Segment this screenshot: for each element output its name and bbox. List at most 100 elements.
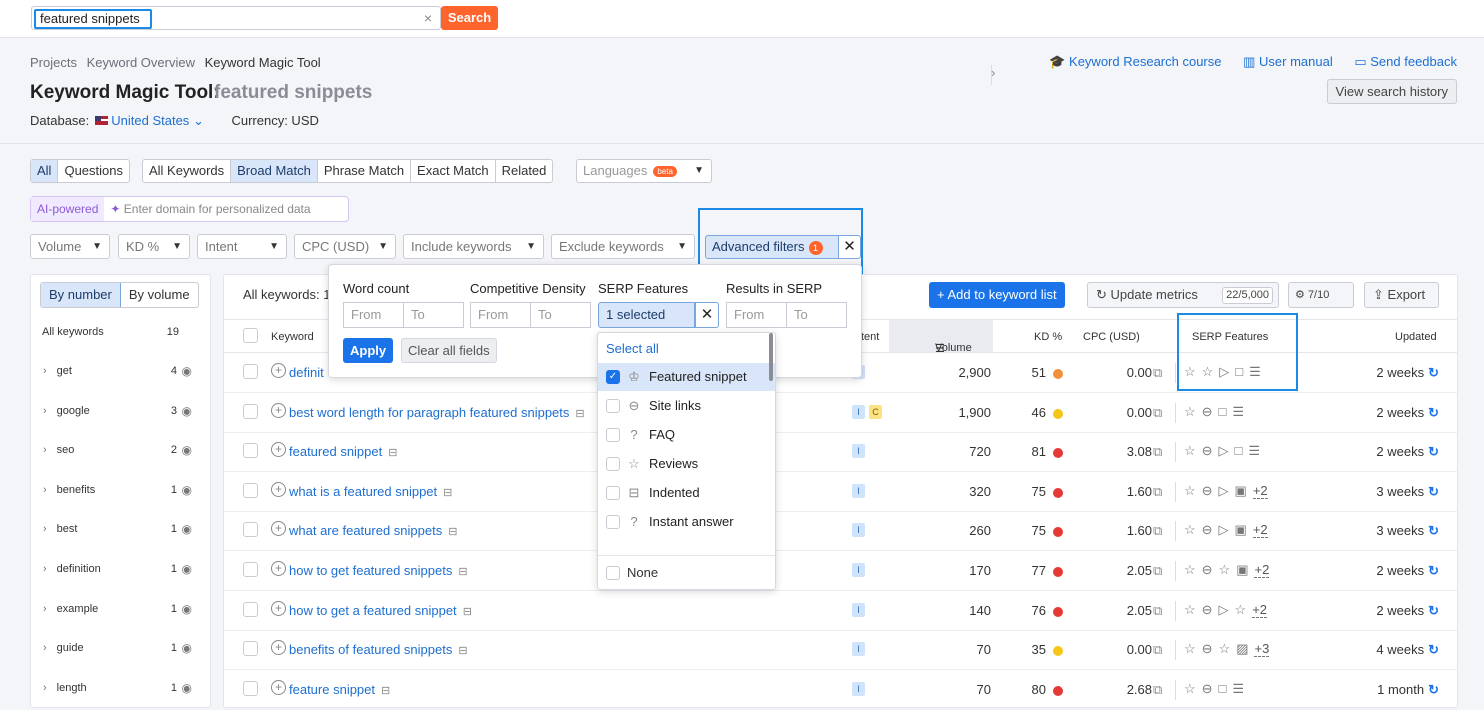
chevron-right-icon[interactable]: ›	[43, 365, 47, 377]
domain-input[interactable]: ✦ Enter domain for personalized data	[104, 197, 348, 221]
chevron-right-icon[interactable]: ›	[43, 603, 47, 615]
refresh-icon[interactable]: ↻	[1428, 444, 1439, 459]
refresh-icon[interactable]: ↻	[1428, 523, 1439, 538]
filter-cpc[interactable]: CPC (USD) ▼	[294, 234, 396, 259]
chevron-right-icon[interactable]: ›	[43, 642, 47, 654]
keyword-link[interactable]: best word length for paragraph featured …	[289, 405, 585, 420]
eye-icon[interactable]: ◉	[182, 404, 192, 418]
select-all-checkbox[interactable]	[243, 328, 258, 343]
keyword-link[interactable]: benefits of featured snippets ⊟	[289, 642, 468, 657]
view-serp-icon[interactable]: ⧉	[1153, 405, 1162, 421]
chevron-right-icon[interactable]: ›	[43, 405, 47, 417]
serp-snapshot-icon[interactable]: ⊟	[388, 447, 397, 459]
density-to[interactable]: To	[530, 302, 591, 328]
refresh-icon[interactable]: ↻	[1428, 365, 1439, 380]
database-select[interactable]: United States	[111, 113, 189, 128]
add-icon[interactable]: +	[271, 679, 286, 695]
more-features[interactable]: +2	[1252, 522, 1268, 539]
option-featured-snippet[interactable]: ✓ ♔ Featured snippet	[598, 363, 775, 391]
view-serp-icon[interactable]: ⧉	[1153, 682, 1162, 698]
chevron-right-icon[interactable]: ›	[43, 523, 47, 535]
eye-icon[interactable]: ◉	[182, 443, 192, 457]
close-icon[interactable]: ✕	[695, 302, 719, 328]
col-kd[interactable]: KD %	[1034, 331, 1062, 343]
search-box[interactable]: featured snippets ×	[31, 6, 441, 30]
group-get[interactable]: › get 4 ◉	[43, 364, 203, 378]
eye-icon[interactable]: ◉	[182, 641, 192, 655]
filter-kd[interactable]: KD % ▼	[118, 234, 190, 259]
close-icon[interactable]: ×	[424, 10, 432, 26]
course-link[interactable]: 🎓 Keyword Research course	[1049, 54, 1221, 69]
col-cpc[interactable]: CPC (USD)	[1083, 331, 1140, 343]
keyword-link[interactable]: what are featured snippets ⊟	[289, 523, 457, 538]
row-checkbox[interactable]	[243, 403, 258, 419]
view-history-button[interactable]: View search history	[1326, 79, 1457, 104]
row-checkbox[interactable]	[243, 680, 258, 696]
checkbox[interactable]	[606, 428, 620, 442]
serp-snapshot-icon[interactable]: ⊟	[458, 645, 467, 657]
option-site-links[interactable]: ⊖ Site links	[598, 392, 775, 420]
add-icon[interactable]: +	[271, 442, 286, 458]
languages-select[interactable]: Languages beta ▼	[576, 159, 712, 183]
row-checkbox[interactable]	[243, 364, 258, 379]
add-icon[interactable]: +	[271, 640, 286, 656]
add-icon[interactable]: +	[271, 402, 286, 418]
serp-snapshot-icon[interactable]: ⊟	[463, 606, 472, 618]
word-count-from[interactable]: From	[343, 302, 404, 328]
refresh-icon[interactable]: ↻	[1428, 405, 1439, 420]
chevron-right-icon[interactable]: ›	[43, 444, 47, 456]
eye-icon[interactable]: ◉	[182, 681, 192, 695]
row-checkbox[interactable]	[243, 522, 258, 538]
col-intent[interactable]: tent	[861, 331, 879, 343]
chevron-right-icon[interactable]: ›	[43, 484, 47, 496]
serp-snapshot-icon[interactable]: ⊟	[458, 566, 467, 578]
view-serp-icon[interactable]: ⧉	[1153, 603, 1162, 619]
row-checkbox[interactable]	[243, 641, 258, 657]
results-to[interactable]: To	[786, 302, 847, 328]
row-checkbox[interactable]	[243, 443, 258, 459]
keyword-link[interactable]: featured snippet ⊟	[289, 444, 397, 459]
filter-include[interactable]: Include keywords ▼	[403, 234, 544, 259]
row-checkbox[interactable]	[243, 482, 258, 498]
row-checkbox[interactable]	[243, 562, 258, 577]
tab-questions[interactable]: Questions	[58, 160, 129, 182]
more-features[interactable]: +3	[1254, 641, 1270, 658]
settings-button[interactable]: ⚙ 7/10	[1288, 282, 1354, 308]
refresh-icon[interactable]: ↻	[1428, 603, 1439, 618]
clear-all-button[interactable]: Clear all fields	[401, 338, 497, 363]
add-icon[interactable]: +	[271, 600, 286, 616]
option-reviews[interactable]: ☆ Reviews	[598, 450, 775, 478]
results-from[interactable]: From	[726, 302, 787, 328]
checkbox[interactable]	[606, 486, 620, 500]
checkbox[interactable]	[606, 457, 620, 471]
refresh-icon[interactable]: ↻	[1428, 682, 1439, 697]
by-volume-button[interactable]: By volume	[121, 283, 198, 307]
view-serp-icon[interactable]: ⧉	[1153, 444, 1162, 460]
serp-snapshot-icon[interactable]: ⊟	[443, 487, 452, 499]
group-seo[interactable]: › seo 2 ◉	[43, 443, 203, 457]
checkbox-checked[interactable]: ✓	[606, 370, 620, 384]
breadcrumb-keyword-overview[interactable]: Keyword Overview	[87, 55, 195, 70]
group-guide[interactable]: › guide 1 ◉	[43, 641, 203, 655]
tab-all[interactable]: All	[31, 160, 59, 182]
checkbox[interactable]	[606, 515, 620, 529]
serp-snapshot-icon[interactable]: ⊟	[381, 685, 390, 697]
tab-exact-match[interactable]: Exact Match	[411, 160, 496, 182]
chevron-right-icon[interactable]: ›	[43, 682, 47, 694]
option-indented[interactable]: ⊟ Indented	[598, 479, 775, 507]
add-icon[interactable]: +	[271, 561, 286, 576]
add-icon[interactable]: +	[271, 481, 286, 497]
manual-link[interactable]: ▥ User manual	[1243, 54, 1333, 69]
group-definition[interactable]: › definition 1 ◉	[43, 562, 203, 576]
checkbox[interactable]	[606, 399, 620, 413]
checkbox[interactable]	[606, 566, 620, 580]
filter-volume[interactable]: Volume ▼	[30, 234, 110, 259]
eye-icon[interactable]: ◉	[182, 522, 192, 536]
chevron-right-icon[interactable]: ›	[43, 563, 47, 575]
group-example[interactable]: › example 1 ◉	[43, 602, 203, 616]
refresh-icon[interactable]: ↻	[1428, 642, 1439, 657]
eye-icon[interactable]: ◉	[182, 364, 192, 378]
eye-icon[interactable]: ◉	[182, 562, 192, 576]
add-icon[interactable]: +	[271, 521, 286, 537]
eye-icon[interactable]: ◉	[182, 602, 192, 616]
